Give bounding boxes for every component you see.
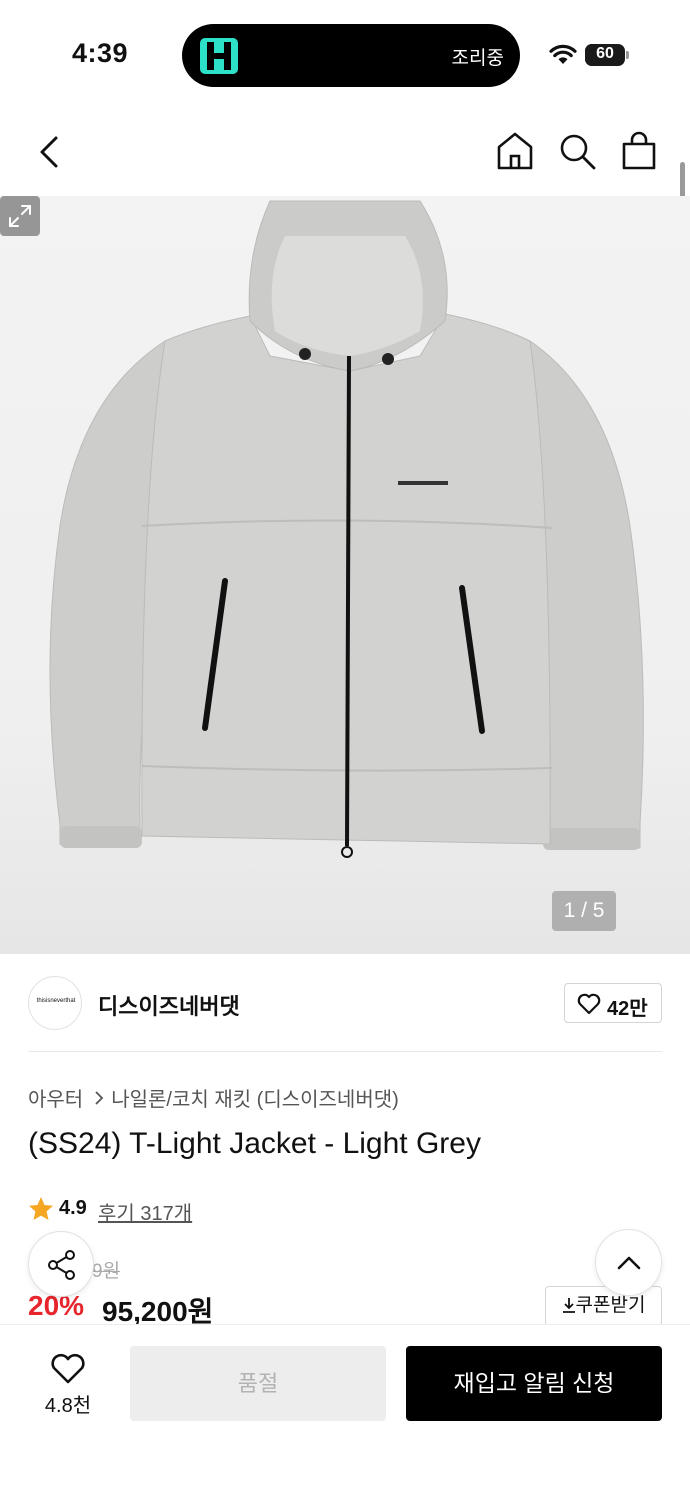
island-status-text: 조리중 xyxy=(451,48,504,69)
home-icon[interactable] xyxy=(494,130,536,172)
product-image xyxy=(49,200,644,858)
status-time: 4:39 xyxy=(72,38,129,68)
rating-value: 4.9 xyxy=(59,1197,87,1219)
reviews-link[interactable]: 후기 317개 xyxy=(98,1197,192,1226)
heart-icon[interactable] xyxy=(50,1353,86,1385)
brand-logo-text: thisisneverthat xyxy=(36,998,76,1004)
battery-indicator: 60 xyxy=(585,44,629,66)
status-bar: 4:39 조리중 60 xyxy=(0,0,690,110)
divider xyxy=(28,1051,662,1052)
scroll-top-button[interactable] xyxy=(595,1229,662,1296)
product-title: (SS24) T-Light Jacket - Light Grey xyxy=(28,1127,481,1160)
expand-icon[interactable] xyxy=(0,196,40,236)
heart-icon xyxy=(577,993,601,1015)
soldout-button[interactable]: 품절 xyxy=(130,1346,386,1421)
chevron-left-icon[interactable] xyxy=(30,130,70,174)
app-logo-icon xyxy=(200,38,238,74)
star-icon xyxy=(29,1197,53,1220)
image-counter: 1 / 5 xyxy=(552,891,616,931)
wish-count: 4.8천 xyxy=(44,1395,92,1417)
search-icon[interactable] xyxy=(556,130,598,172)
share-icon xyxy=(48,1250,75,1280)
chevron-right-icon xyxy=(95,1090,104,1105)
download-icon xyxy=(562,1298,575,1313)
breadcrumb: 아우터 나일론/코치 재킷 (디스이즈네버댓) xyxy=(28,1083,399,1112)
brand-logo[interactable]: thisisneverthat xyxy=(28,976,82,1030)
dynamic-island[interactable]: 조리중 xyxy=(182,24,520,87)
breadcrumb-subcategory[interactable]: 나일론/코치 재킷 (디스이즈네버댓) xyxy=(111,1083,399,1112)
original-price: 9원 xyxy=(92,1261,121,1282)
chevron-up-icon xyxy=(617,1256,641,1270)
breadcrumb-category[interactable]: 아우터 xyxy=(28,1083,83,1112)
wifi-icon xyxy=(549,44,577,64)
product-image-gallery[interactable]: 1 / 5 xyxy=(0,196,690,954)
battery-percent: 60 xyxy=(596,45,614,62)
coupon-label: 쿠폰받기 xyxy=(575,1295,646,1316)
restock-alert-button[interactable]: 재입고 알림 신청 xyxy=(406,1346,662,1421)
coupon-button[interactable]: 쿠폰받기 xyxy=(545,1286,662,1326)
shopping-bag-icon[interactable] xyxy=(618,130,660,172)
brand-like-button[interactable]: 42만 xyxy=(564,983,662,1023)
bottom-action-bar: 4.8천 품절 재입고 알림 신청 xyxy=(0,1324,690,1500)
brand-name[interactable]: 디스이즈네버댓 xyxy=(98,989,240,1021)
share-button[interactable] xyxy=(28,1231,94,1297)
brand-like-count: 42만 xyxy=(607,998,648,1020)
battery-cap xyxy=(626,51,629,59)
